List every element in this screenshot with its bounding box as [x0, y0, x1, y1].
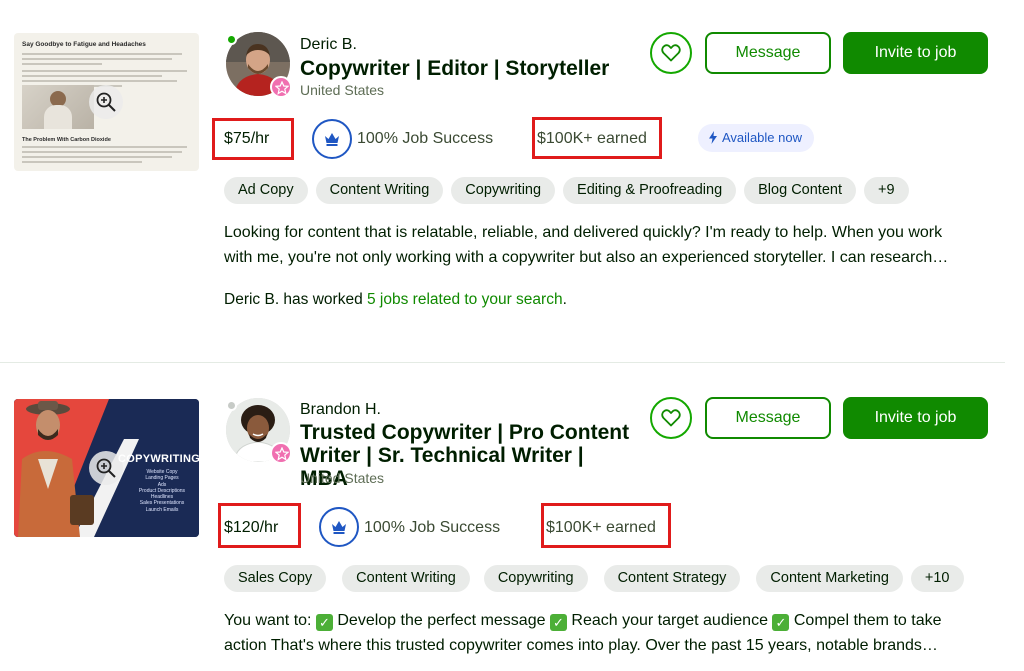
hourly-rate: $120/hr: [224, 519, 279, 536]
check-icon: ✓: [772, 614, 790, 631]
title-line: Trusted Copywriter | Pro Content: [300, 421, 630, 444]
message-button[interactable]: Message: [705, 397, 831, 439]
portfolio-service: Sales Presentations: [139, 500, 185, 507]
job-success: 100% Job Success: [364, 519, 501, 536]
check-icon: ✓: [549, 614, 567, 631]
freelancer-title[interactable]: Copywriter | Editor | Storyteller: [300, 57, 700, 80]
portfolio-service-list: Website Copy Landing Pages Ads Product D…: [132, 469, 192, 513]
job-success-badge-icon: [312, 119, 352, 159]
save-freelancer-button[interactable]: [650, 397, 692, 439]
skill-chip[interactable]: Content Writing: [315, 177, 444, 204]
save-freelancer-button[interactable]: [650, 32, 692, 74]
portfolio-subheading: The Problem With Carbon Dioxide: [22, 137, 111, 143]
description-line: You want to: ✓ Develop the perfect messa…: [224, 608, 992, 633]
job-success-badge-icon: [319, 507, 359, 547]
zoom-icon[interactable]: [89, 85, 123, 119]
related-jobs-suffix: .: [562, 291, 567, 308]
message-button[interactable]: Message: [705, 32, 831, 74]
related-jobs-prefix: Deric B. has worked: [224, 291, 367, 308]
card-divider: [0, 362, 1005, 363]
lightning-icon: [709, 131, 717, 144]
job-success: 100% Job Success: [357, 130, 494, 147]
total-earned: $100K+ earned: [537, 130, 647, 147]
freelancer-description[interactable]: You want to: ✓ Develop the perfect messa…: [224, 608, 992, 658]
skill-chip[interactable]: Editing & Proofreading: [563, 177, 737, 204]
freelancer-location: United States: [300, 470, 385, 486]
check-icon: ✓: [315, 614, 333, 631]
freelancer-card: Say Goodbye to Fatigue and Headaches The…: [0, 0, 1024, 362]
top-rated-badge-icon: [270, 442, 292, 464]
invite-to-job-button[interactable]: Invite to job: [843, 32, 988, 74]
portfolio-thumbnail[interactable]: COPYWRITING Website Copy Landing Pages A…: [14, 399, 199, 537]
heart-icon: [661, 409, 681, 427]
description-line: action That's where this trusted copywri…: [224, 637, 938, 654]
freelancer-name[interactable]: Deric B.: [300, 36, 357, 54]
freelancer-name[interactable]: Brandon H.: [300, 401, 381, 419]
portfolio-heading: Say Goodbye to Fatigue and Headaches: [22, 41, 146, 48]
skills-list: Ad Copy Content Writing Copywriting Edit…: [224, 177, 909, 204]
availability-badge: Available now: [698, 124, 814, 152]
description-text: Reach your target audience: [571, 612, 773, 629]
freelancer-location: United States: [300, 82, 385, 98]
freelancer-description[interactable]: Looking for content that is relatable, r…: [224, 220, 992, 270]
skill-chip[interactable]: Content Strategy: [603, 565, 741, 592]
description-text: You want to:: [224, 612, 316, 629]
online-status-dot: [226, 34, 237, 45]
more-skills-chip[interactable]: +10: [910, 565, 964, 592]
description-line: Looking for content that is relatable, r…: [224, 224, 943, 241]
heart-icon: [661, 44, 681, 62]
invite-to-job-button[interactable]: Invite to job: [843, 397, 988, 439]
more-skills-chip[interactable]: +9: [863, 177, 909, 204]
related-jobs-link[interactable]: 5 jobs related to your search: [367, 291, 563, 308]
availability-text: Available now: [722, 130, 802, 145]
related-jobs-text: Deric B. has worked 5 jobs related to yo…: [224, 291, 567, 309]
description-line: with me, you're not only working with a …: [224, 249, 949, 266]
skill-chip[interactable]: Content Writing: [342, 565, 470, 592]
portfolio-service: Launch Emails: [145, 506, 179, 513]
avatar[interactable]: [226, 398, 292, 464]
portfolio-thumbnail[interactable]: Say Goodbye to Fatigue and Headaches The…: [14, 33, 199, 171]
portfolio-text-lines: The Problem With Carbon Dioxide: [22, 137, 190, 163]
skill-chip[interactable]: Copywriting: [451, 177, 556, 204]
portfolio-text-lines: [22, 53, 190, 87]
description-text: Develop the perfect message: [337, 612, 550, 629]
skills-list: Sales Copy Content Writing Copywriting C…: [224, 565, 964, 592]
portfolio-photo: [22, 85, 94, 129]
skill-chip[interactable]: Ad Copy: [224, 177, 308, 204]
skill-chip[interactable]: Copywriting: [483, 565, 588, 592]
avatar[interactable]: [226, 32, 292, 98]
top-rated-badge-icon: [270, 76, 292, 98]
skill-chip[interactable]: Sales Copy: [224, 565, 327, 592]
skill-chip[interactable]: Blog Content: [744, 177, 856, 204]
hourly-rate: $75/hr: [224, 130, 270, 147]
skill-chip[interactable]: Content Marketing: [756, 565, 903, 592]
total-earned: $100K+ earned: [546, 519, 656, 536]
offline-status-dot: [226, 400, 237, 411]
description-text: Compel them to take: [793, 612, 942, 629]
freelancer-card: COPYWRITING Website Copy Landing Pages A…: [0, 364, 1024, 671]
portfolio-heading: COPYWRITING: [118, 453, 199, 465]
